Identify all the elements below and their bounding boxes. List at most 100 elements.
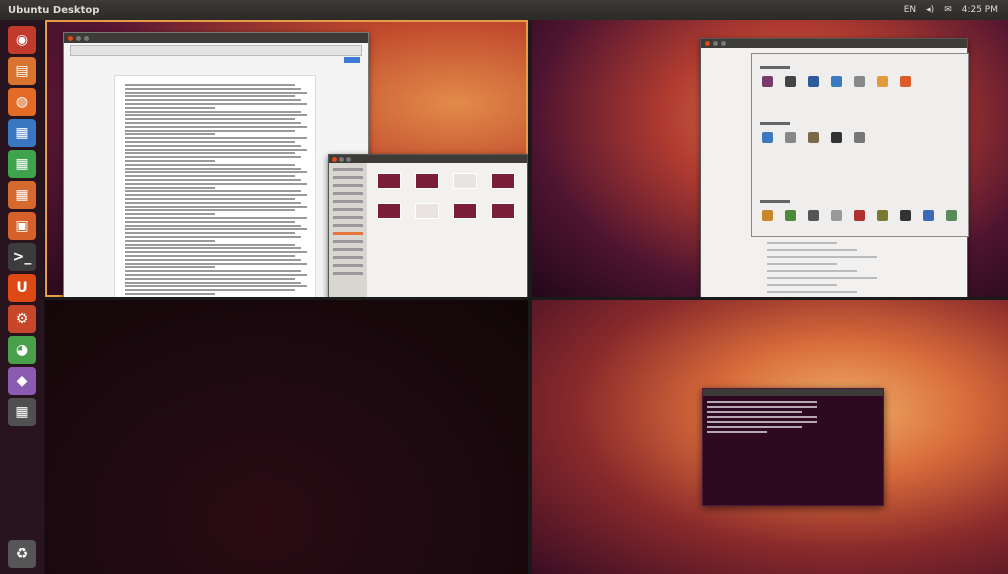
browser-window[interactable]	[63, 32, 369, 297]
settings-icon[interactable]: ⚙	[8, 305, 36, 333]
chrome-icon[interactable]: ◕	[8, 336, 36, 364]
file-thumbnail[interactable]	[377, 203, 401, 219]
system-settings-panel[interactable]	[751, 53, 969, 237]
workspace-4[interactable]	[532, 300, 1008, 574]
sidebar-place[interactable]	[333, 256, 363, 259]
window-titlebar[interactable]	[64, 33, 368, 43]
ubuntu-one-icon[interactable]: U	[8, 274, 36, 302]
file-thumbnail[interactable]	[415, 173, 439, 189]
settings-item-icon[interactable]	[854, 132, 865, 143]
list-row[interactable]	[767, 270, 857, 272]
file-thumbnail[interactable]	[491, 173, 515, 189]
file-thumbnail[interactable]	[453, 203, 477, 219]
calc-icon[interactable]: ▦	[8, 150, 36, 178]
terminal-icon[interactable]: >_	[8, 243, 36, 271]
settings-item-icon[interactable]	[762, 76, 773, 87]
window-titlebar[interactable]	[703, 389, 883, 396]
app-icon[interactable]: ◆	[8, 367, 36, 395]
settings-item-icon[interactable]	[877, 210, 888, 221]
document-page[interactable]	[114, 75, 316, 297]
close-icon[interactable]	[332, 156, 337, 162]
terminal-window[interactable]	[702, 388, 884, 506]
list-row[interactable]	[767, 256, 877, 258]
files-icon[interactable]: ▤	[8, 57, 36, 85]
file-sidebar[interactable]	[329, 163, 367, 297]
workspace-2[interactable]	[532, 20, 1008, 297]
window-titlebar[interactable]	[701, 39, 967, 48]
settings-section-header	[760, 66, 790, 69]
list-row[interactable]	[767, 291, 857, 293]
minimize-icon[interactable]	[76, 35, 81, 41]
text-line	[125, 122, 301, 124]
trash-icon[interactable]: ♻	[8, 540, 36, 568]
list-row[interactable]	[767, 263, 837, 265]
file-thumbnail[interactable]	[377, 173, 401, 189]
close-icon[interactable]	[68, 35, 73, 41]
software-center-icon[interactable]: ▣	[8, 212, 36, 240]
sidebar-place[interactable]	[333, 176, 363, 179]
window-titlebar[interactable]	[329, 155, 527, 163]
impress-icon[interactable]: ▦	[8, 181, 36, 209]
settings-item-icon[interactable]	[808, 132, 819, 143]
sidebar-place[interactable]	[333, 264, 363, 267]
list-row[interactable]	[767, 249, 857, 251]
clock[interactable]: 4:25 PM	[962, 5, 998, 15]
list-row[interactable]	[767, 242, 837, 244]
settings-item-icon[interactable]	[762, 132, 773, 143]
minimize-icon[interactable]	[339, 156, 344, 162]
list-row[interactable]	[767, 284, 837, 286]
list-row[interactable]	[767, 277, 877, 279]
address-bar[interactable]	[70, 45, 362, 56]
file-thumbnail[interactable]	[491, 203, 515, 219]
maximize-icon[interactable]	[346, 156, 351, 162]
writer-icon[interactable]: ▦	[8, 119, 36, 147]
settings-item-icon[interactable]	[877, 76, 888, 87]
settings-item-icon[interactable]	[808, 76, 819, 87]
maximize-icon[interactable]	[84, 35, 89, 41]
settings-window[interactable]	[700, 38, 969, 297]
firefox-icon[interactable]: ◍	[8, 88, 36, 116]
volume-icon[interactable]: ◂)	[926, 5, 934, 15]
sidebar-place[interactable]	[333, 232, 363, 235]
sidebar-place[interactable]	[333, 200, 363, 203]
keyboard-indicator[interactable]: EN	[904, 5, 916, 15]
sidebar-place[interactable]	[333, 184, 363, 187]
settings-item-icon[interactable]	[808, 210, 819, 221]
settings-item-icon[interactable]	[854, 76, 865, 87]
file-manager-window[interactable]	[328, 154, 528, 297]
settings-item-icon[interactable]	[785, 210, 796, 221]
file-thumbnail[interactable]	[415, 203, 439, 219]
dash-home-icon[interactable]: ◉	[8, 26, 36, 54]
workspace-1[interactable]	[45, 20, 528, 297]
sidebar-place[interactable]	[333, 224, 363, 227]
settings-item-icon[interactable]	[831, 76, 842, 87]
text-line	[125, 182, 307, 185]
file-thumbnail[interactable]	[453, 173, 477, 189]
workspace-switcher-icon[interactable]: ▦	[8, 398, 36, 426]
settings-item-icon[interactable]	[831, 132, 842, 143]
maximize-icon[interactable]	[721, 41, 726, 46]
sidebar-place[interactable]	[333, 192, 363, 195]
settings-item-icon[interactable]	[762, 210, 773, 221]
sidebar-place[interactable]	[333, 240, 363, 243]
text-line	[125, 148, 307, 151]
minimize-icon[interactable]	[713, 41, 718, 46]
settings-item-icon[interactable]	[785, 76, 796, 87]
sidebar-place[interactable]	[333, 208, 363, 211]
messaging-icon[interactable]: ✉	[944, 5, 952, 15]
settings-item-icon[interactable]	[946, 210, 957, 221]
share-button[interactable]	[344, 57, 360, 63]
close-icon[interactable]	[705, 41, 710, 46]
settings-item-icon[interactable]	[900, 76, 911, 87]
settings-item-icon[interactable]	[785, 132, 796, 143]
sidebar-place[interactable]	[333, 168, 363, 171]
sidebar-place[interactable]	[333, 216, 363, 219]
settings-item-icon[interactable]	[923, 210, 934, 221]
workspace-3[interactable]	[45, 300, 528, 574]
sidebar-place[interactable]	[333, 272, 363, 275]
settings-item-icon[interactable]	[831, 210, 842, 221]
sidebar-place[interactable]	[333, 248, 363, 251]
settings-item-icon[interactable]	[854, 210, 865, 221]
settings-item-icon[interactable]	[900, 210, 911, 221]
settings-section-header	[760, 200, 790, 203]
